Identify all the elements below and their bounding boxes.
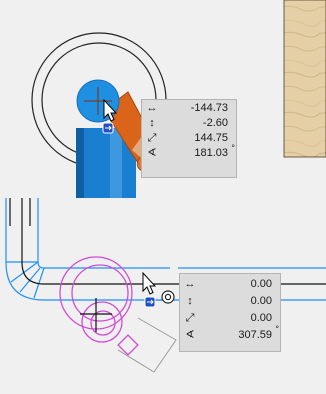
target-icon[interactable]	[161, 290, 175, 304]
readout-value: -2.60	[202, 117, 228, 129]
readout-row-dy: ↕ 0.00	[180, 293, 280, 310]
readout-value: 0.00	[250, 295, 272, 307]
measurement-readout-bottom: ↔ 0.00 ↕ 0.00 ⤢ 0.00 ∢ 307.59 °	[179, 273, 281, 352]
readout-value: 181.03	[194, 147, 228, 159]
horizontal-arrow-icon: ↔	[146, 102, 158, 114]
readout-value: -144.73	[190, 102, 228, 114]
horizontal-arrow-icon: ↔	[184, 278, 196, 290]
readout-value: 307.59	[238, 329, 272, 341]
wood-panel	[283, 0, 326, 158]
vertical-arrow-icon: ↕	[149, 117, 155, 129]
blue-pipe-highlight	[110, 128, 122, 198]
readout-value: 144.75	[194, 132, 228, 144]
angle-icon: ∢	[147, 147, 157, 159]
readout-value: 0.00	[250, 312, 272, 324]
magenta-elbow-gizmo[interactable]	[59, 256, 139, 356]
pipe-centerline	[9, 198, 326, 285]
readout-row-distance: ⤢ 144.75	[142, 131, 236, 146]
measurement-readout-top: ↔ -144.73 ↕ -2.60 ⤢ 144.75 ∢ 181.03 °	[141, 99, 237, 178]
readout-value: 0.00	[250, 278, 272, 290]
angle-icon: ∢	[185, 329, 195, 341]
readout-unit: °	[275, 324, 279, 334]
mouse-cursor-icon-bottom	[142, 271, 157, 295]
readout-row-angle: ∢ 307.59 °	[180, 324, 280, 344]
diagonal-arrow-icon: ⤢	[185, 312, 195, 324]
diagonal-arrow-icon: ⤢	[147, 132, 157, 144]
readout-row-dx: ↔ -144.73	[142, 101, 236, 116]
readout-row-dx: ↔ 0.00	[180, 276, 280, 293]
alignment-guide	[117, 317, 177, 373]
readout-row-dy: ↕ -2.60	[142, 116, 236, 131]
readout-row-angle: ∢ 181.03 °	[142, 143, 236, 161]
readout-row-distance: ⤢ 0.00	[180, 310, 280, 327]
vertical-arrow-icon: ↕	[187, 295, 193, 307]
blue-pipe-shade	[76, 128, 84, 198]
readout-unit: °	[231, 143, 235, 153]
